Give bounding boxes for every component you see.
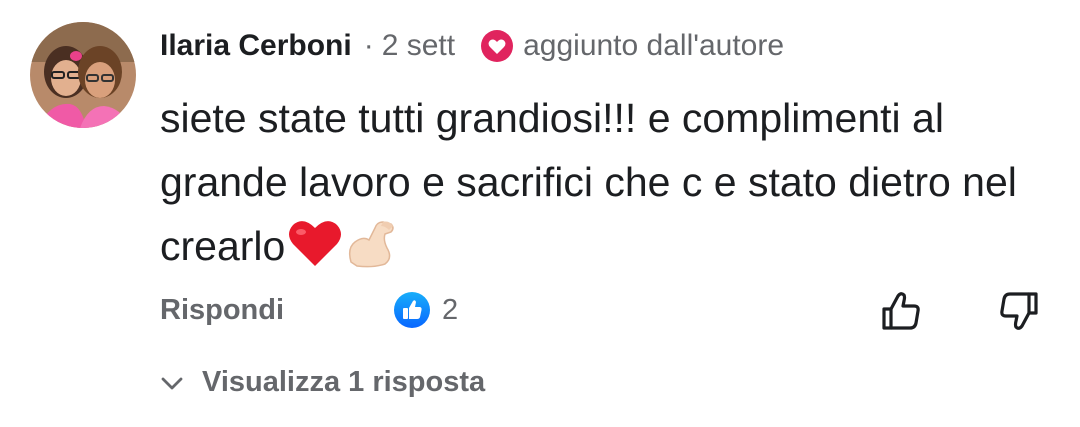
thumb-down-icon[interactable]	[996, 288, 1042, 334]
view-replies-label: Visualizza 1 risposta	[202, 366, 486, 398]
thumb-up-icon[interactable]	[878, 288, 924, 334]
comment-body: siete state tutti grandiosi!!! e complim…	[160, 86, 1060, 286]
like-icon	[394, 292, 430, 328]
reaction-summary[interactable]: 2	[394, 292, 458, 328]
reaction-count: 2	[442, 293, 459, 326]
flexed-biceps-emoji	[345, 218, 399, 286]
red-heart-emoji	[287, 218, 343, 286]
avatar[interactable]	[30, 22, 136, 128]
comment-header: Ilaria Cerboni · 2 sett aggiunto dall'au…	[160, 24, 784, 68]
separator-dot: ·	[363, 29, 374, 62]
added-by-author-label: aggiunto dall'autore	[523, 29, 785, 62]
timestamp[interactable]: 2 sett	[382, 29, 455, 63]
chevron-down-icon	[161, 377, 183, 389]
comment: Ilaria Cerboni · 2 sett aggiunto dall'au…	[0, 0, 1080, 427]
comment-actions: Rispondi 2	[160, 288, 1040, 336]
reply-button[interactable]: Rispondi	[160, 294, 284, 327]
avatar-photo	[30, 22, 136, 128]
heart-badge-icon	[481, 30, 514, 62]
view-replies-button[interactable]: Visualizza 1 risposta	[160, 366, 485, 399]
added-by-author-badge: aggiunto dall'autore	[481, 29, 784, 63]
author-name[interactable]: Ilaria Cerboni	[160, 29, 352, 63]
